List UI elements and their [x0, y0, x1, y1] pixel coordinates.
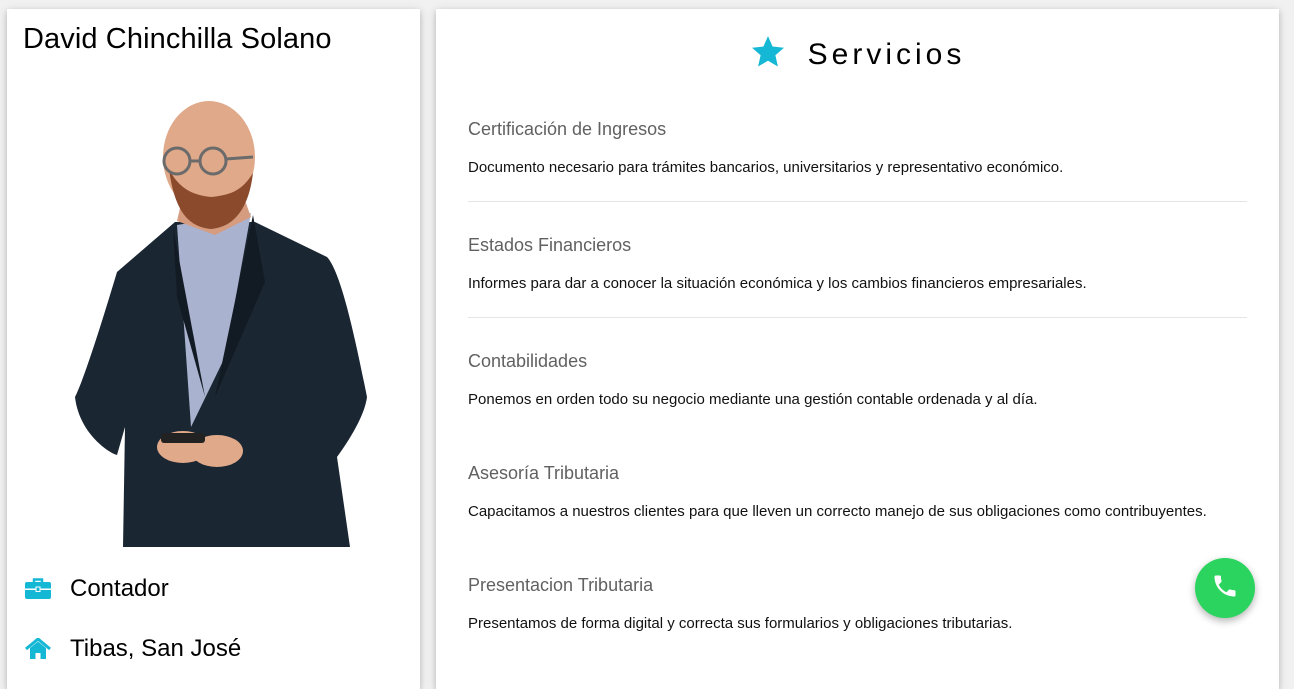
service-description: Ponemos en orden todo su negocio mediant… — [468, 391, 1038, 408]
service-name: Presentacion Tributaria — [468, 575, 654, 595]
profile-card: David Chinchilla Solano Contador Tibas, … — [7, 9, 420, 689]
service-item-certificacion: Certificación de Ingresos Documento nece… — [468, 119, 1247, 176]
profile-photo — [75, 101, 367, 547]
occupation-row: Contador — [25, 575, 169, 603]
service-name: Certificación de Ingresos — [468, 119, 667, 139]
briefcase-icon — [25, 576, 51, 602]
call-button[interactable] — [1195, 558, 1255, 618]
service-description: Presentamos de forma digital y correcta … — [468, 615, 1013, 632]
service-item-estados-financieros: Estados Financieros Informes para dar a … — [468, 235, 1247, 292]
home-icon — [25, 636, 51, 662]
occupation-label: Contador — [70, 575, 169, 602]
service-divider — [468, 201, 1247, 202]
star-icon — [750, 35, 786, 74]
service-name: Estados Financieros — [468, 235, 632, 255]
services-title: Servicios — [807, 37, 966, 71]
service-item-contabilidades: Contabilidades Ponemos en orden todo su … — [468, 351, 1247, 408]
profile-name: David Chinchilla Solano — [23, 23, 332, 55]
service-item-presentacion-tributaria: Presentacion Tributaria Presentamos de f… — [468, 575, 1247, 632]
service-description: Informes para dar a conocer la situación… — [468, 275, 1087, 292]
service-divider — [468, 317, 1247, 318]
location-label: Tibas, San José — [70, 635, 242, 662]
location-row: Tibas, San José — [25, 635, 241, 663]
service-description: Capacitamos a nuestros clientes para que… — [468, 503, 1207, 520]
service-description: Documento necesario para trámites bancar… — [468, 159, 1064, 176]
phone-icon — [1211, 572, 1239, 605]
service-name: Contabilidades — [468, 351, 588, 371]
services-header: Servicios — [436, 35, 1279, 74]
services-card: Servicios Certificación de Ingresos Docu… — [436, 9, 1279, 689]
service-name: Asesoría Tributaria — [468, 463, 620, 483]
service-item-asesoria-tributaria: Asesoría Tributaria Capacitamos a nuestr… — [468, 463, 1247, 520]
